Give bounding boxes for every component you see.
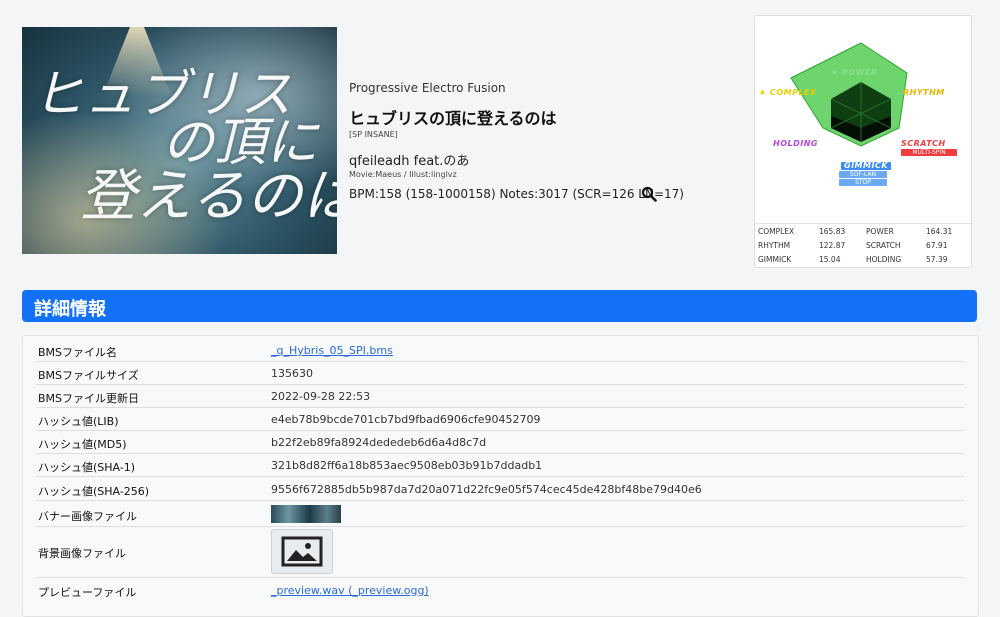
jacket-title-line2: の頂に [162,113,319,173]
stats-row: GIMMICK 15.04 HOLDING 57.39 [758,255,948,264]
detail-row-hash-sha1: ハッシュ値(SHA-1) 321b8d82ff6a18b853aec9508eb… [36,454,964,477]
detail-row-filesize: BMSファイルサイズ 135630 [36,362,964,385]
image-icon [281,536,323,567]
bms-file-link[interactable]: _q_Hybris_05_SPI.bms [271,344,393,357]
radar-panel: ★ POWER ★ COMPLEX RHYTHM HOLDING SCRATCH… [754,15,972,268]
song-difficulty: [SP INSANE] [349,130,398,139]
detail-row-hash-sha256: ハッシュ値(SHA-256) 9556f672885db5b987da7d20a… [36,477,964,501]
radar-label-rhythm: RHYTHM [903,88,945,97]
detail-row-filename: BMSファイル名 _q_Hybris_05_SPI.bms [36,339,964,362]
background-image-placeholder[interactable] [271,529,333,574]
star-icon: ★ [831,68,842,77]
gimmick-sub-badge-2: STOP [839,179,887,186]
gimmick-sub-badge-1: SOF-LAN [839,171,887,178]
song-artist: qfeileadh feat.のあ [349,154,470,169]
detail-row-background: 背景画像ファイル [36,527,964,578]
preview-file-link[interactable]: _preview.wav (_preview.ogg) [271,584,429,597]
song-title: ヒュブリスの頂に登えるのは [349,109,557,128]
song-credit: Movie:Maeus / Illust:linglvz [349,170,457,179]
radar-label-holding: HOLDING [773,139,818,148]
section-header: 詳細情報 [22,290,977,322]
scratch-sub-badge: MULTI-SPIN [901,149,957,156]
radar-label-complex: ★ COMPLEX [759,88,817,97]
details-table: BMSファイル名 _q_Hybris_05_SPI.bms BMSファイルサイズ… [22,335,979,617]
detail-row-updated: BMSファイル更新日 2022-09-28 22:53 [36,385,964,408]
jacket-image: ヒュブリス の頂に 登えるのは [22,27,337,254]
radar-stats: COMPLEX 165.83 POWER 164.31 RHYTHM 122.8… [755,223,971,266]
radar-label-power: ★ POWER [831,68,878,77]
radar-chart [790,42,908,147]
detail-row-hash-lib: ハッシュ値(LIB) e4eb78b9bcde701cb7bd9fbad6906… [36,408,964,431]
song-bpm-notes: BPM:158 (158-1000158) Notes:3017 (SCR=12… [349,187,684,201]
detail-row-preview: プレビューファイル _preview.wav (_preview.ogg) [38,584,429,599]
banner-thumbnail[interactable] [271,505,341,523]
star-icon: ★ [759,88,770,97]
song-genre: Progressive Electro Fusion [349,81,506,95]
detail-row-hash-md5: ハッシュ値(MD5) b22f2eb89fa8924dededeb6d6a4d8… [36,431,964,454]
search-icon[interactable] [641,186,657,202]
stats-row: COMPLEX 165.83 POWER 164.31 [758,227,953,236]
jacket-title-line3: 登えるのは [80,164,337,229]
radar-label-gimmick: GIMMICK [841,162,892,170]
radar-label-scratch: SCRATCH [901,139,946,148]
detail-row-banner: バナー画像ファイル [36,501,964,527]
stats-row: RHYTHM 122.87 SCRATCH 67.91 [758,241,948,250]
